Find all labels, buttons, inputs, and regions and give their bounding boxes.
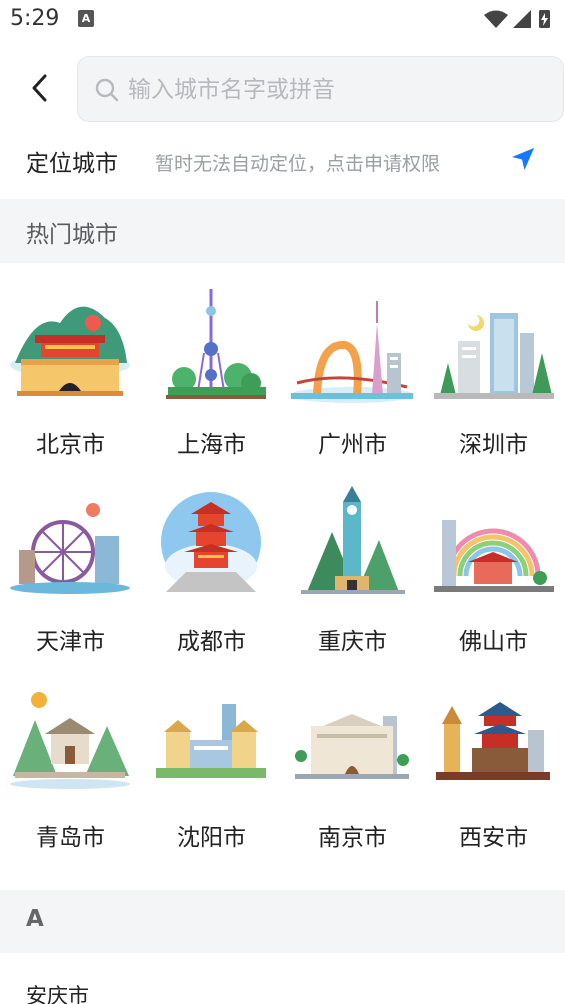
foshan-rainbow-icon: [434, 520, 554, 592]
alpha-letter: A: [26, 906, 44, 932]
city-cell-beijing[interactable]: 北京市: [0, 263, 141, 459]
shenzhen-skyline-icon: [434, 313, 554, 399]
shenyang-palace-icon: [156, 704, 266, 778]
city-cell-shanghai[interactable]: 上海市: [141, 263, 282, 459]
city-cell-tianjin[interactable]: 天津市: [0, 460, 141, 656]
city-name: 重庆市: [318, 629, 387, 655]
wifi-icon: [484, 10, 508, 28]
location-arrow-icon[interactable]: [510, 146, 536, 172]
city-name: 南京市: [318, 825, 387, 851]
chongqing-tower-icon: [301, 486, 405, 594]
hot-cities-title: 热门城市: [26, 222, 118, 248]
locate-title: 定位城市: [26, 151, 118, 177]
beijing-tiananmen-icon: [10, 306, 130, 396]
qingdao-pavilion-icon: [10, 692, 130, 789]
city-cell-shenzhen[interactable]: 深圳市: [423, 263, 564, 459]
search-box[interactable]: [77, 56, 564, 122]
locate-row[interactable]: 定位城市 暂时无法自动定位，点击申请权限: [0, 126, 565, 198]
city-cell-nanjing[interactable]: 南京市: [282, 656, 423, 852]
hot-cities-header: 热门城市: [0, 199, 565, 263]
city-cell-foshan[interactable]: 佛山市: [423, 460, 564, 656]
city-name: 沈阳市: [177, 825, 246, 851]
city-name: 成都市: [177, 629, 246, 655]
status-bar: 5:29 A: [0, 0, 565, 40]
back-arrow-icon: [32, 74, 47, 102]
city-name: 天津市: [36, 629, 105, 655]
city-cell-chongqing[interactable]: 重庆市: [282, 460, 423, 656]
alpha-section-header: A: [0, 890, 565, 953]
city-name: 西安市: [459, 825, 528, 851]
city-list-name: 安庆市: [26, 984, 89, 1004]
search-icon: [95, 78, 119, 102]
status-time: 5:29: [10, 6, 60, 31]
nanjing-hall-icon: [295, 714, 409, 779]
city-list-item[interactable]: 安庆市: [0, 964, 565, 1004]
notification-a-icon: A: [78, 10, 94, 27]
city-name: 北京市: [36, 432, 105, 458]
locate-permission-hint[interactable]: 暂时无法自动定位，点击申请权限: [155, 149, 440, 176]
city-name: 深圳市: [459, 432, 528, 458]
xian-bell-tower-icon: [436, 702, 550, 780]
city-cell-qingdao[interactable]: 青岛市: [0, 656, 141, 852]
tianjin-eye-icon: [10, 503, 130, 594]
header: [0, 54, 565, 124]
city-name: 上海市: [177, 432, 246, 458]
chengdu-pagoda-icon: [161, 492, 261, 592]
city-cell-chengdu[interactable]: 成都市: [141, 460, 282, 656]
status-icons: [484, 10, 550, 28]
search-input[interactable]: [128, 71, 548, 109]
guangzhou-tower-icon: [290, 301, 414, 403]
signal-icon: [513, 10, 531, 28]
back-button[interactable]: [20, 68, 60, 108]
city-name: 佛山市: [459, 629, 528, 655]
city-name: 青岛市: [36, 825, 105, 851]
city-cell-shenyang[interactable]: 沈阳市: [141, 656, 282, 852]
hot-city-grid: 北京市 上海市 广州市 深圳市 天津市 成都市 重庆市 佛山市 青岛市 沈阳市 …: [0, 263, 565, 889]
city-cell-xian[interactable]: 西安市: [423, 656, 564, 852]
city-name: 广州市: [318, 432, 387, 458]
city-cell-guangzhou[interactable]: 广州市: [282, 263, 423, 459]
shanghai-tower-icon: [166, 289, 266, 399]
